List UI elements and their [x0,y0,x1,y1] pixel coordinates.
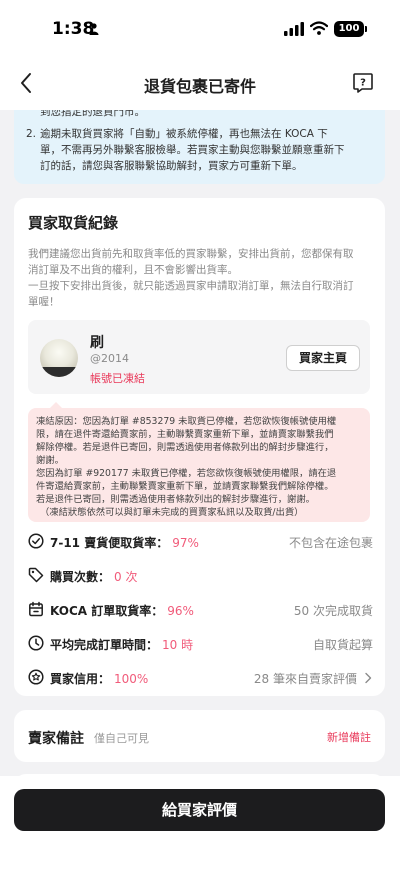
seller-note-card: 賣家備註 僅自己可見 新增備註 [14,710,385,762]
page-title: 退貨包裹已寄件 [143,77,256,96]
wifi-icon [310,21,328,35]
stat-average-completion-time: 平均完成訂單時間： 10 時 自取貨起算 [28,634,373,654]
description-line: 一旦按下安排出貨後，就只能透過買家申請取消訂單，無法自行取消訂 [28,280,354,292]
stat-note: 自取貨起算 [312,638,373,652]
stat-purchase-count: 購買次數： 0 次 [28,566,373,586]
chevron-right-icon [365,672,372,684]
freeze-reason-alert: 凍結原因：您因為訂單 #853279 未取貨已停權，若您欲恢復帳號使用權 限，請… [28,402,370,522]
buyer-home-button[interactable]: 買家主頁 [286,345,360,371]
bottom-action-bar: 給買家評價 [0,776,400,869]
description-line: 單喔！ [28,296,60,308]
status-time: 1:38 [52,19,95,39]
notice-line: 逾期未取貨買家將「自動」被系統停權，再也無法在 KOCA 下 [40,128,328,140]
alert-line: 凍結原因：您因為訂單 #853279 未取貨已停權，若您欲恢復帳號使用權 [36,416,337,427]
stat-711-pickup-rate: 7-11 賣貨便取貨率： 97% 不包含在途包裹 [28,532,373,552]
buyer-profile: 刷 @2014 帳號已凍結 買家主頁 [28,320,370,394]
alert-line: 您因為訂單 #920177 未取貨已停權，若您欲恢復帳號使用權限，請在退 [36,468,337,479]
help-icon[interactable]: ? [352,72,374,94]
seller-note-title: 賣家備註 [28,731,84,747]
battery-icon: 100 [334,21,364,37]
notice-line: 單，不需再另外聯繫客服檢舉。若買家主動與您聯繫並願意重新下 [40,144,345,156]
notice-item: 2. 逾期未取貨買家將「自動」被系統停權，再也無法在 KOCA 下 單，不需再另… [26,126,371,174]
buyer-name: 刷 [90,335,104,351]
account-status: 帳號已凍結 [90,372,145,385]
stat-label: 買家信用： 100% [50,672,149,686]
alert-line: 限，請在退件寄還給賣家前，主動聯繫賣家重新下單，並請賣家聯繫我們 [36,429,334,440]
notice-item-number: 2. [26,128,37,140]
svg-text:?: ? [360,78,366,89]
person-icon [89,23,99,35]
avatar [40,339,78,377]
stat-label: 平均完成訂單時間： 10 時 [50,638,194,652]
content-scroll[interactable]: 到您指定的退貨門市。 2. 逾期未取貨買家將「自動」被系統停權，再也無法在 KO… [0,110,400,869]
notice-box: 到您指定的退貨門市。 2. 逾期未取貨買家將「自動」被系統停權，再也無法在 KO… [14,110,385,184]
rate-buyer-button[interactable]: 給買家評價 [14,789,385,831]
status-bar: 1:38 100 [0,0,400,58]
stat-note: 28 筆來自賣家評價 [253,672,357,686]
pickup-record-card: 買家取貨紀錄 我們建議您出貨前先和取貨率低的買家聯繫，安排出貨前，您都保有取 消… [14,198,385,696]
description-line: 消訂單及不出貨的權利，且不會影響出貨率。 [28,264,238,276]
stat-value: 10 時 [162,638,194,652]
alert-line: （凍結狀態依然可以與訂單未完成的買賣家私訊以及取貨/出貨） [40,507,304,518]
notice-partial-line: 到您指定的退貨門市。 [40,110,145,118]
stat-label: 7-11 賣貨便取貨率： 97% [50,536,199,550]
add-note-button[interactable]: 新增備註 [327,729,371,745]
stat-note: 50 次完成取貨 [293,604,373,618]
stat-value: 100% [114,672,149,686]
stat-value: 96% [167,604,194,618]
star-badge-icon [28,669,44,685]
alert-line: 解除停權。若是退件已寄回，則需透過使用者條款列出的解封步驟進行， [36,442,334,453]
seller-note-subtitle: 僅自己可見 [94,732,149,745]
stat-value: 97% [172,536,199,550]
notice-line: 訂的話，請您與客服聯繫協助解封，買家方可重新下單。 [40,160,303,172]
alert-line: 若是退件已寄回，則需透過使用者條款列出的解封步驟進行，謝謝。 [36,494,315,505]
stat-value: 0 次 [114,570,138,584]
stat-label: KOCA 訂單取貨率： 96% [50,604,194,618]
alert-line: 謝謝。 [36,455,64,466]
stat-note: 不包含在途包裹 [288,536,373,550]
description-line: 我們建議您出貨前先和取貨率低的買家聯繫，安排出貨前，您都保有取 [28,248,354,260]
nav-bar: 退貨包裹已寄件 ? [0,58,400,110]
tag-icon [28,567,44,583]
pickup-record-title: 買家取貨紀錄 [28,214,119,232]
stat-koca-pickup-rate: KOCA 訂單取貨率： 96% 50 次完成取貨 [28,600,373,620]
battery-tip [365,26,367,32]
pickup-record-description: 我們建議您出貨前先和取貨率低的買家聯繫，安排出貨前，您都保有取 消訂單及不出貨的… [28,246,373,310]
stat-label: 購買次數： 0 次 [50,570,138,584]
bag-icon [29,601,43,617]
alert-line: 件寄還給賣家前，主動聯繫賣家重新下單，並請賣家聯繫我們解除停權。 [36,481,334,492]
signal-icon [284,22,304,36]
check-circle-icon [28,533,44,549]
buyer-handle: @2014 [90,352,129,365]
stat-buyer-credit[interactable]: 買家信用： 100% 28 筆來自賣家評價 [28,668,373,688]
clock-icon [28,635,44,651]
